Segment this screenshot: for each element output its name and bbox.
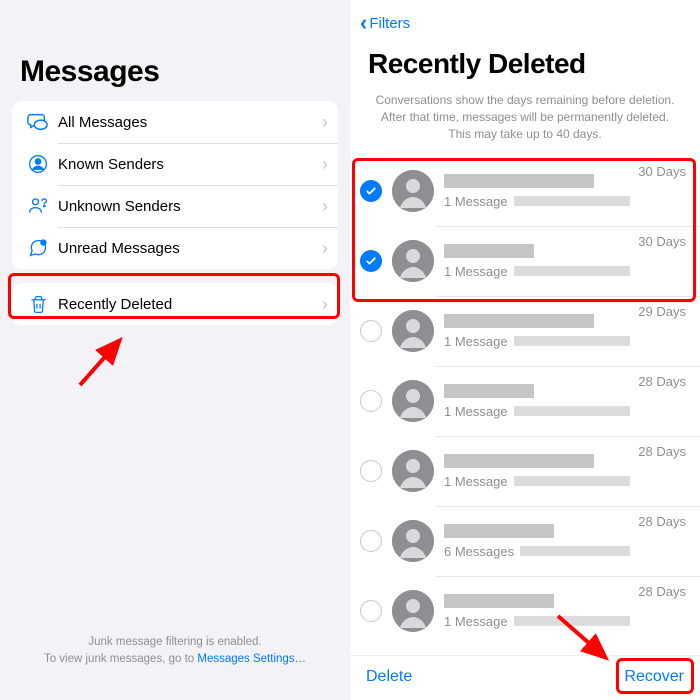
message-preview-redacted xyxy=(514,196,631,206)
avatar xyxy=(392,170,434,212)
page-title: Recently Deleted xyxy=(350,38,700,88)
message-count: 1 Message xyxy=(444,404,508,419)
message-preview-redacted xyxy=(514,336,631,346)
recover-button[interactable]: Recover xyxy=(624,668,684,686)
avatar xyxy=(392,380,434,422)
back-button[interactable]: ‹ Filters xyxy=(350,0,700,38)
avatar xyxy=(392,590,434,632)
contact-name-redacted xyxy=(444,314,594,328)
chevron-right-icon: › xyxy=(322,238,328,259)
back-label: Filters xyxy=(369,15,410,32)
messages-settings-link[interactable]: Messages Settings… xyxy=(197,653,306,665)
filter-known-senders[interactable]: Known Senders › xyxy=(12,143,338,185)
chat-dot-icon xyxy=(24,238,52,258)
selection-checkbox[interactable] xyxy=(360,180,382,202)
conversation-row[interactable]: 1 Message 30 Days xyxy=(350,226,700,296)
help-text: Conversations show the days remaining be… xyxy=(350,88,700,156)
contact-name-redacted xyxy=(444,594,554,608)
avatar xyxy=(392,520,434,562)
conversation-body: 1 Message xyxy=(444,594,630,629)
message-count: 1 Message xyxy=(444,614,508,629)
days-remaining: 28 Days xyxy=(638,582,686,599)
avatar xyxy=(392,450,434,492)
message-preview-redacted xyxy=(520,546,630,556)
contact-name-redacted xyxy=(444,244,534,258)
filter-unknown-senders[interactable]: Unknown Senders › xyxy=(12,185,338,227)
chevron-right-icon: › xyxy=(322,196,328,217)
days-remaining: 28 Days xyxy=(638,512,686,529)
footer-text: Junk message filtering is enabled. To vi… xyxy=(0,634,350,669)
toolbar: Delete Recover xyxy=(350,655,700,700)
annotation-arrow-icon xyxy=(70,330,140,390)
conversation-body: 1 Message xyxy=(444,384,630,419)
page-title: Messages xyxy=(0,0,350,101)
conversation-list: 1 Message 30 Days 1 Message 30 Days 1 Me… xyxy=(350,156,700,655)
message-count: 6 Messages xyxy=(444,544,514,559)
selection-checkbox[interactable] xyxy=(360,390,382,412)
filter-list: All Messages › Known Senders › Unknow xyxy=(12,101,338,269)
message-count: 1 Message xyxy=(444,264,508,279)
avatar xyxy=(392,310,434,352)
trash-icon xyxy=(24,295,52,314)
days-remaining: 29 Days xyxy=(638,302,686,319)
chevron-right-icon: › xyxy=(322,112,328,133)
message-preview-redacted xyxy=(514,616,631,626)
message-count: 1 Message xyxy=(444,474,508,489)
avatar xyxy=(392,240,434,282)
chevron-right-icon: › xyxy=(322,294,328,315)
days-remaining: 28 Days xyxy=(638,442,686,459)
selection-checkbox[interactable] xyxy=(360,600,382,622)
message-preview-redacted xyxy=(514,476,631,486)
messages-filters-screen: Messages All Messages › Known Senders › xyxy=(0,0,350,700)
chevron-left-icon: ‹ xyxy=(360,12,367,34)
filter-all-messages[interactable]: All Messages › xyxy=(12,101,338,143)
message-preview-redacted xyxy=(514,406,631,416)
conversation-row[interactable]: 1 Message 28 Days xyxy=(350,576,700,646)
selection-checkbox[interactable] xyxy=(360,250,382,272)
message-count: 1 Message xyxy=(444,334,508,349)
days-remaining: 30 Days xyxy=(638,162,686,179)
deleted-list: Recently Deleted › xyxy=(12,283,338,325)
footer-line: To view junk messages, go to xyxy=(44,653,197,665)
days-remaining: 30 Days xyxy=(638,232,686,249)
filter-label: All Messages xyxy=(52,114,322,131)
selection-checkbox[interactable] xyxy=(360,460,382,482)
delete-button[interactable]: Delete xyxy=(366,668,412,686)
filter-label: Known Senders xyxy=(52,156,322,173)
days-remaining: 28 Days xyxy=(638,372,686,389)
message-count: 1 Message xyxy=(444,194,508,209)
person-question-icon xyxy=(24,196,52,216)
contact-name-redacted xyxy=(444,174,594,188)
conversation-body: 1 Message xyxy=(444,314,630,349)
filter-label: Unread Messages xyxy=(52,240,322,257)
filter-label: Unknown Senders xyxy=(52,198,322,215)
selection-checkbox[interactable] xyxy=(360,530,382,552)
conversation-row[interactable]: 1 Message 28 Days xyxy=(350,366,700,436)
footer-line: Junk message filtering is enabled. xyxy=(88,636,261,648)
conversation-row[interactable]: 1 Message 29 Days xyxy=(350,296,700,366)
message-preview-redacted xyxy=(514,266,631,276)
conversation-row[interactable]: 1 Message 28 Days xyxy=(350,436,700,506)
filter-recently-deleted[interactable]: Recently Deleted › xyxy=(12,283,338,325)
conversation-body: 1 Message xyxy=(444,244,630,279)
conversation-row[interactable]: 1 Message 30 Days xyxy=(350,156,700,226)
contact-name-redacted xyxy=(444,524,554,538)
conversation-body: 1 Message xyxy=(444,454,630,489)
recently-deleted-screen: ‹ Filters Recently Deleted Conversations… xyxy=(350,0,700,700)
chevron-right-icon: › xyxy=(322,154,328,175)
conversation-body: 6 Messages xyxy=(444,524,630,559)
conversation-row[interactable]: 6 Messages 28 Days xyxy=(350,506,700,576)
contact-name-redacted xyxy=(444,454,594,468)
contact-name-redacted xyxy=(444,384,534,398)
selection-checkbox[interactable] xyxy=(360,320,382,342)
conversation-body: 1 Message xyxy=(444,174,630,209)
filter-unread-messages[interactable]: Unread Messages › xyxy=(12,227,338,269)
filter-label: Recently Deleted xyxy=(52,296,322,313)
chat-bubbles-icon xyxy=(24,111,52,133)
person-circle-icon xyxy=(24,154,52,174)
